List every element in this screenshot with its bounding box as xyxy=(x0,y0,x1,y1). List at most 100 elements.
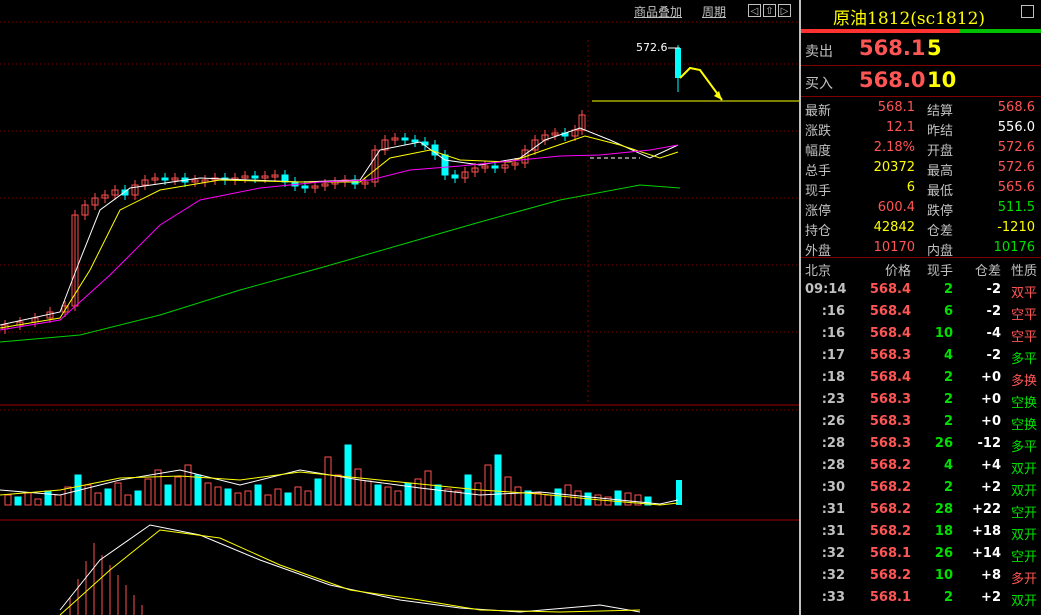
volume-bar xyxy=(274,488,282,506)
volume-bar xyxy=(254,484,262,506)
tick-time: :26 xyxy=(821,414,845,429)
stat-row: 总手 20372 最高 572.6 xyxy=(801,158,1041,180)
volume-bar xyxy=(484,464,492,506)
tick-price: 568.4 xyxy=(869,370,911,385)
stat-label: 幅度 xyxy=(805,144,832,159)
tick-nature: 多平 xyxy=(1010,440,1037,455)
tick-oi-change: -2 xyxy=(986,304,1001,319)
tick-row[interactable]: :33 568.1 2 +2 双开 xyxy=(801,588,1041,610)
nav-left-icon[interactable]: ◁ xyxy=(748,4,761,17)
tick-nature: 双开 xyxy=(1010,528,1037,543)
tick-price: 568.3 xyxy=(869,348,911,363)
stat-label: 现手 xyxy=(805,184,832,199)
tick-nature: 多换 xyxy=(1010,374,1037,389)
volume-bar xyxy=(504,476,512,506)
tick-oi-change: +22 xyxy=(972,502,1001,517)
moving-average-lines xyxy=(0,127,681,343)
stat-label: 涨跌 xyxy=(805,124,832,139)
tick-row[interactable]: :17 568.3 4 -2 多平 xyxy=(801,346,1041,368)
stat-value: 565.6 xyxy=(997,180,1035,195)
volume-bar xyxy=(54,494,62,506)
tick-row[interactable]: :28 568.3 26 -12 多平 xyxy=(801,434,1041,456)
volume-bar xyxy=(676,480,682,505)
stat-label: 结算 xyxy=(927,104,954,119)
volume-bar xyxy=(464,474,472,506)
tick-volume: 28 xyxy=(934,502,953,517)
sell-ratio-bar xyxy=(801,29,959,33)
stat-row: 幅度 2.18% 开盘 572.6 xyxy=(801,138,1041,160)
tick-time: :30 xyxy=(821,480,845,495)
tick-row[interactable]: :26 568.3 2 +0 空换 xyxy=(801,412,1041,434)
volume-bars xyxy=(0,444,682,506)
volume-bar xyxy=(194,474,202,506)
kline-chart-area[interactable]: 572.6 xyxy=(0,0,799,615)
high-price-label: 572.6 xyxy=(636,41,668,54)
volume-bar xyxy=(514,486,522,506)
tick-row[interactable]: :18 568.4 2 +0 多换 xyxy=(801,368,1041,390)
stat-label: 最低 xyxy=(927,184,954,199)
tick-nature: 空开 xyxy=(1010,550,1037,565)
volume-bar xyxy=(354,468,362,506)
stat-row: 现手 6 最低 565.6 xyxy=(801,178,1041,200)
nav-right-icon[interactable]: ▷ xyxy=(778,4,791,17)
volume-bar xyxy=(364,480,372,506)
volume-bar xyxy=(554,488,562,506)
tick-oi-change: -4 xyxy=(986,326,1001,341)
panel-toggle-icon[interactable] xyxy=(1021,5,1034,18)
tick-row[interactable]: :32 568.1 26 +14 空开 xyxy=(801,544,1041,566)
volume-bar xyxy=(174,476,182,506)
ma-line-mid xyxy=(0,135,679,329)
tick-row[interactable]: :32 568.2 10 +8 多开 xyxy=(801,566,1041,588)
tick-oi-change: +0 xyxy=(981,370,1001,385)
tick-volume: 26 xyxy=(934,546,953,561)
volume-bar xyxy=(334,474,342,506)
tick-price: 568.4 xyxy=(869,326,911,341)
tick-row[interactable]: :28 568.2 4 +4 双开 xyxy=(801,456,1041,478)
stat-label: 仓差 xyxy=(927,224,954,239)
tick-row[interactable]: :16 568.4 6 -2 空平 xyxy=(801,302,1041,324)
tick-price: 568.4 xyxy=(869,304,911,319)
tick-row[interactable]: :16 568.4 10 -4 空平 xyxy=(801,324,1041,346)
tick-price: 568.1 xyxy=(869,546,911,561)
stat-value: 568.6 xyxy=(997,100,1035,115)
tick-table-header: 北京 价格 现手 仓差 性质 xyxy=(801,258,1041,280)
stat-row: 涨停 600.4 跌停 511.5 xyxy=(801,198,1041,220)
tick-nature: 空平 xyxy=(1010,308,1037,323)
volume-bar xyxy=(374,484,382,506)
contract-title: 原油1812(sc1812) xyxy=(833,9,986,29)
stat-value: 568.1 xyxy=(877,100,915,115)
col-price: 价格 xyxy=(884,264,911,279)
tick-time: :32 xyxy=(821,546,845,561)
candle-body xyxy=(251,175,259,179)
volume-bar xyxy=(614,490,622,506)
tick-row[interactable]: :23 568.3 2 +0 空换 xyxy=(801,390,1041,412)
candle-body xyxy=(401,137,409,141)
col-nature: 性质 xyxy=(1010,264,1037,279)
overlay-button[interactable]: 商品叠加 xyxy=(634,3,682,20)
tick-row[interactable]: :31 568.2 28 +22 空开 xyxy=(801,500,1041,522)
volume-bar xyxy=(124,494,132,506)
nav-up-icon[interactable]: ⇧ xyxy=(763,4,776,17)
tick-row[interactable]: :30 568.2 2 +2 双开 xyxy=(801,478,1041,500)
tick-time: :32 xyxy=(821,568,845,583)
candle-body xyxy=(491,165,499,169)
col-time: 北京 xyxy=(805,264,832,279)
stat-label: 昨结 xyxy=(927,124,954,139)
period-button[interactable]: 周期 xyxy=(702,3,726,20)
stat-row: 持仓 42842 仓差 -1210 xyxy=(801,218,1041,240)
tick-row[interactable]: 09:14 568.4 2 -2 双平 xyxy=(801,280,1041,302)
stat-value: 12.1 xyxy=(886,120,915,135)
tick-nature: 双开 xyxy=(1010,594,1037,609)
ma-line-fast xyxy=(0,127,679,326)
buy-volume: 10 xyxy=(927,68,957,92)
buy-ratio-bar xyxy=(959,29,1041,33)
volume-bar xyxy=(4,494,12,506)
candlestick-series xyxy=(1,45,681,334)
tick-price: 568.4 xyxy=(869,282,911,297)
tick-row[interactable]: :31 568.2 18 +18 双开 xyxy=(801,522,1041,544)
candle-body xyxy=(411,139,419,143)
volume-bar xyxy=(134,490,142,506)
tick-time: :31 xyxy=(821,502,845,517)
stat-label: 开盘 xyxy=(927,144,954,159)
volume-bar xyxy=(14,496,22,506)
